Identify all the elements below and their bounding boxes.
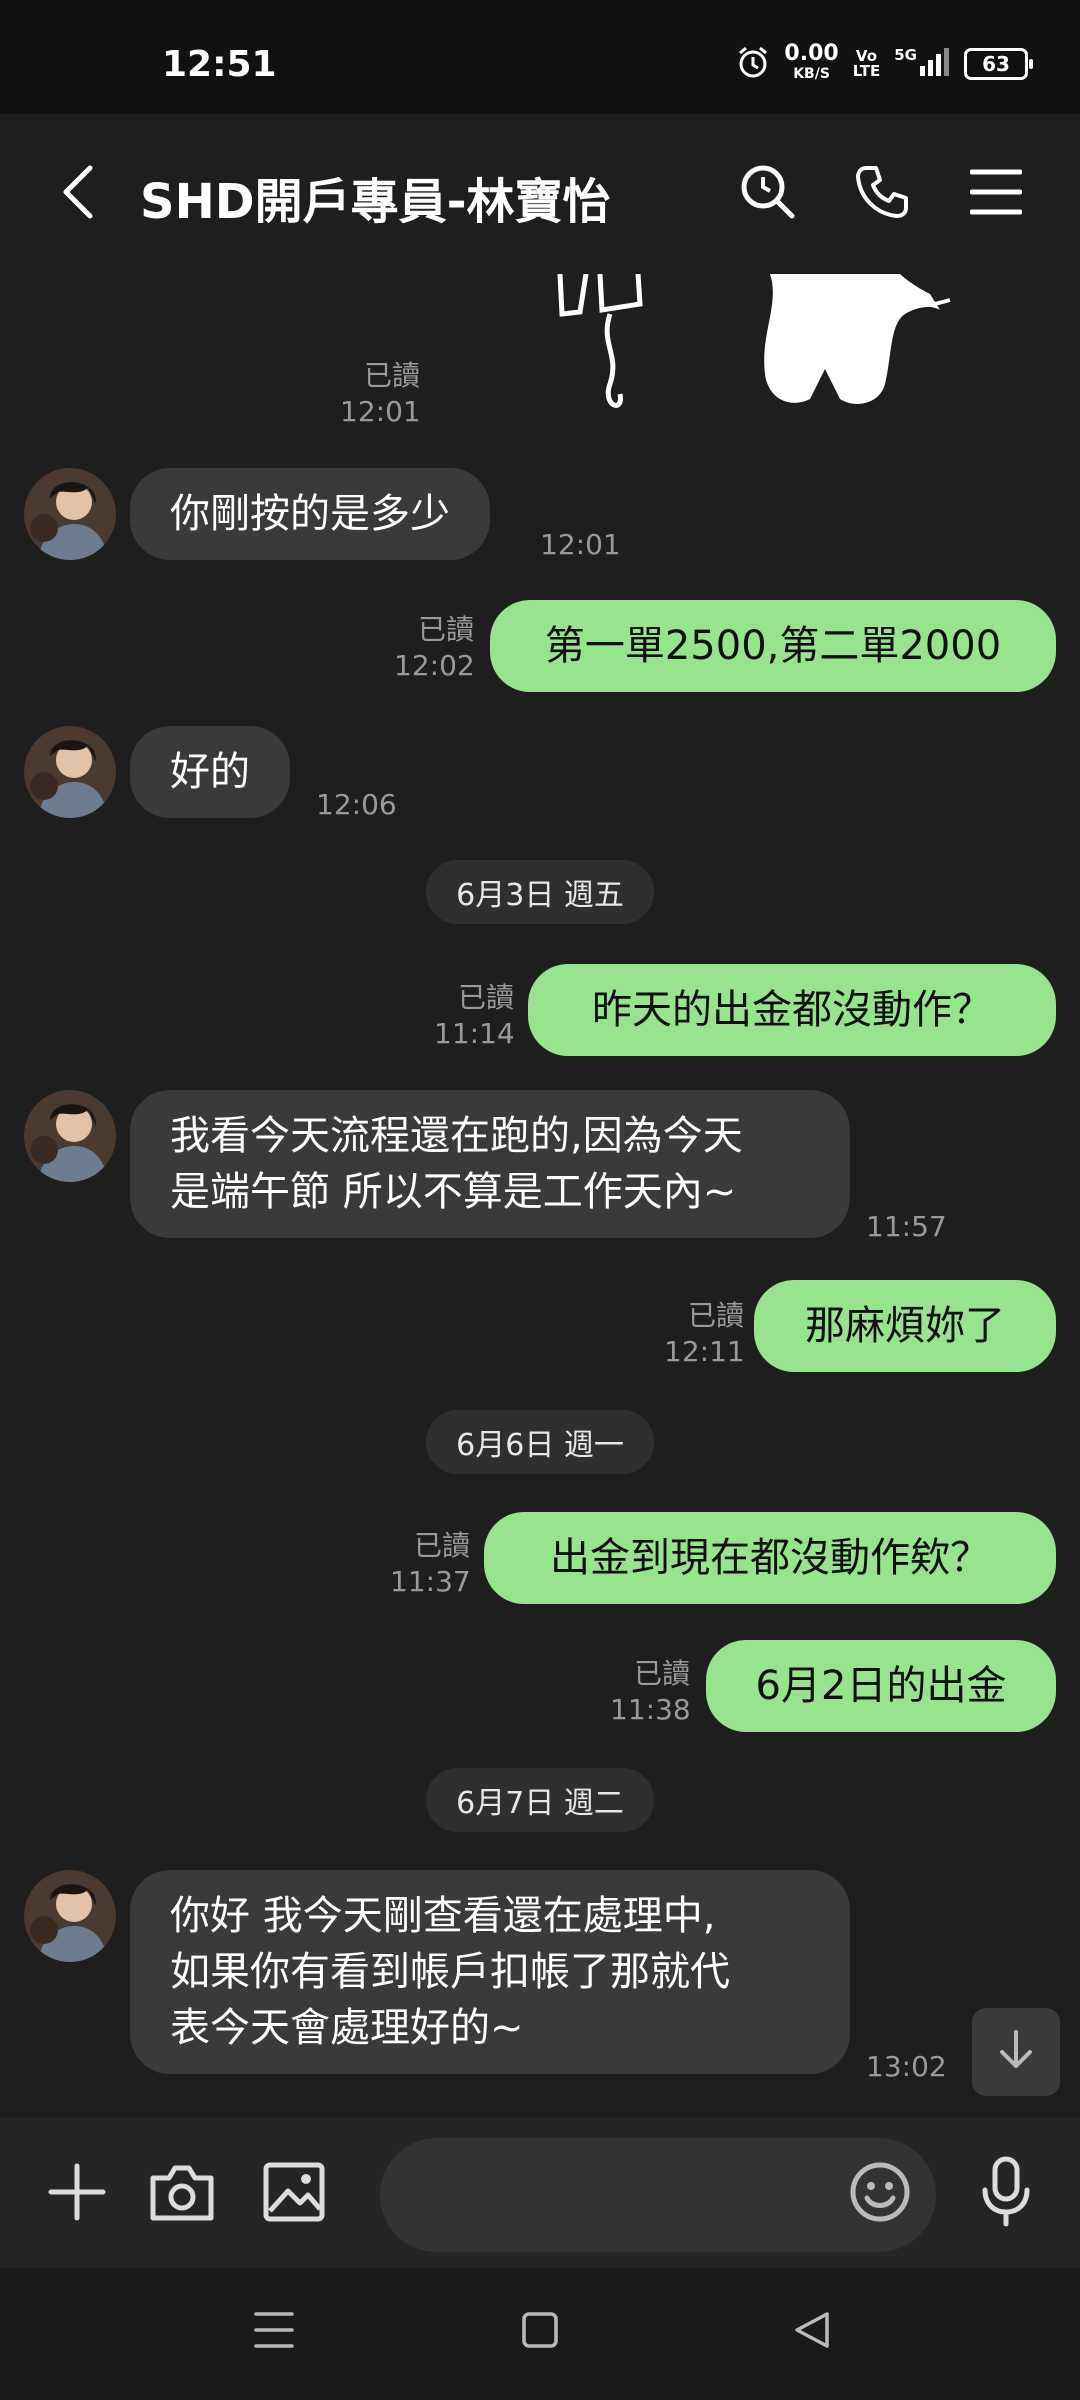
date-separator: 6月7日 週二: [0, 1768, 1080, 1832]
message-time: 13:02: [866, 2050, 947, 2083]
call-button[interactable]: [842, 154, 922, 234]
arrow-down-icon: [994, 2028, 1038, 2076]
message-time: 11:57: [866, 1210, 947, 1243]
contact-avatar[interactable]: [24, 726, 116, 818]
date-separator: 6月6日 週一: [0, 1410, 1080, 1474]
microphone-icon: [980, 2156, 1032, 2232]
outgoing-message[interactable]: 昨天的出金都沒動作？: [528, 964, 1056, 1056]
outgoing-message[interactable]: 6月2日的出金: [706, 1640, 1056, 1732]
phone-icon: [854, 164, 910, 224]
incoming-message[interactable]: 你好 我今天剛查看還在處理中, 如果你有看到帳戶扣帳了那就代 表今天會處理好的~: [130, 1870, 850, 2074]
network-speed: 0.00 KB/S: [784, 41, 839, 83]
back-chevron-icon: [58, 162, 98, 226]
sticker-image[interactable]: [540, 274, 960, 428]
status-bar: 12:51 0.00 KB/S Vo LTE 5G 63: [0, 0, 1080, 114]
signal-indicator: 5G: [894, 48, 950, 80]
home-button[interactable]: [514, 2306, 566, 2358]
recent-apps-button[interactable]: [248, 2306, 300, 2358]
read-receipt: 已讀 11:37: [390, 1529, 471, 1598]
add-button[interactable]: [42, 2154, 112, 2234]
chat-header: SHD開戶專員-林寶怡: [0, 114, 1080, 274]
signal-icon: [920, 48, 950, 80]
chat-title: SHD開戶專員-林寶怡: [140, 174, 611, 230]
plus-icon: [47, 2162, 107, 2226]
square-icon: [521, 2311, 559, 2353]
read-receipt: 已讀 11:14: [434, 981, 515, 1050]
battery-indicator: 63: [964, 48, 1033, 80]
voice-button[interactable]: [966, 2150, 1046, 2238]
volte-indicator: Vo LTE: [852, 47, 881, 80]
message-time: 12:01: [540, 528, 621, 561]
outgoing-message[interactable]: 出金到現在都沒動作欸？: [484, 1512, 1056, 1604]
nav-back-button[interactable]: [786, 2306, 838, 2358]
gallery-button[interactable]: [254, 2154, 334, 2234]
chat-area[interactable]: 已讀 12:01 你剛按的是多少 12:01 已讀 12:02 第一單2500,第二…: [0, 274, 1080, 2118]
read-receipt: 已讀 12:11: [664, 1299, 745, 1368]
contact-avatar[interactable]: [24, 468, 116, 560]
camera-button[interactable]: [142, 2154, 222, 2234]
contact-avatar[interactable]: [24, 1090, 116, 1182]
menu-icon: [969, 168, 1023, 220]
date-separator: 6月3日 週五: [0, 860, 1080, 924]
contact-avatar[interactable]: [24, 1870, 116, 1962]
outgoing-message[interactable]: 第一單2500,第二單2000: [490, 600, 1056, 692]
incoming-message[interactable]: 好的: [130, 726, 290, 818]
read-receipt: 已讀 12:01: [340, 359, 421, 428]
read-receipt: 已讀 12:02: [394, 613, 475, 682]
message-time: 12:06: [316, 788, 397, 821]
input-bar: [0, 2118, 1080, 2268]
scroll-to-bottom-button[interactable]: [972, 2008, 1060, 2096]
status-icons: 0.00 KB/S Vo LTE 5G 63: [736, 41, 1033, 84]
read-receipt: 已讀 11:38: [610, 1657, 691, 1726]
outgoing-message[interactable]: 那麻煩妳了: [754, 1280, 1056, 1372]
search-button[interactable]: [728, 154, 808, 234]
emoji-button[interactable]: [840, 2154, 920, 2234]
system-nav-bar: [0, 2268, 1080, 2400]
alarm-icon: [736, 45, 770, 83]
menu-lines-icon: [254, 2311, 294, 2353]
back-button[interactable]: [38, 154, 118, 234]
smiley-icon: [848, 2160, 912, 2228]
triangle-back-icon: [793, 2310, 831, 2354]
incoming-message[interactable]: 你剛按的是多少: [130, 468, 490, 560]
menu-button[interactable]: [956, 154, 1036, 234]
status-time: 12:51: [162, 44, 277, 85]
search-icon: [738, 162, 798, 226]
image-icon: [262, 2161, 326, 2227]
incoming-message[interactable]: 我看今天流程還在跑的,因為今天 是端午節 所以不算是工作天內~: [130, 1090, 850, 1238]
camera-icon: [149, 2162, 215, 2226]
